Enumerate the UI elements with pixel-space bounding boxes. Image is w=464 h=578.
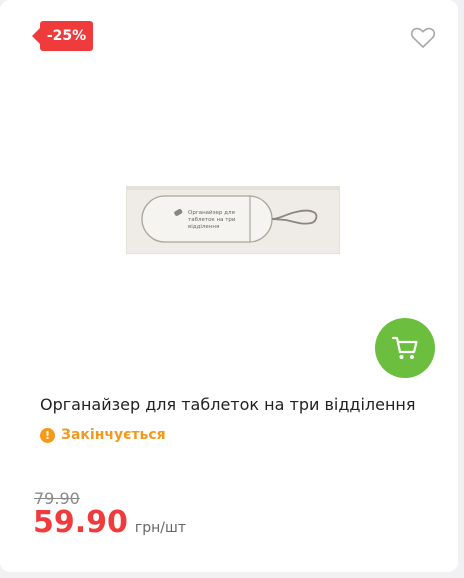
product-title[interactable]: Органайзер для таблеток на три відділенн…	[40, 395, 416, 414]
image-label-line3: відділення	[188, 224, 219, 230]
image-label-line2: таблеток на три	[188, 217, 236, 223]
current-price: 59.90	[33, 505, 128, 540]
discount-label: -25%	[46, 28, 87, 44]
cart-icon	[391, 336, 418, 359]
price-row: 59.90 грн/шт	[33, 505, 186, 540]
add-to-cart-button[interactable]	[375, 318, 435, 378]
discount-badge: -25%	[32, 21, 93, 51]
alert-icon: !	[40, 427, 55, 443]
heart-icon	[410, 27, 436, 48]
price-unit: грн/шт	[134, 520, 186, 536]
product-image[interactable]: Органайзер для таблеток на три відділенн…	[126, 186, 340, 254]
stock-status-label: Закінчується	[61, 427, 166, 443]
image-label-line1: Органайзер для	[188, 209, 235, 216]
stock-status: ! Закінчується	[40, 427, 166, 443]
product-card[interactable]: -25% Органайзер для таблеток на три відд…	[0, 0, 458, 572]
wishlist-button[interactable]	[410, 26, 436, 50]
